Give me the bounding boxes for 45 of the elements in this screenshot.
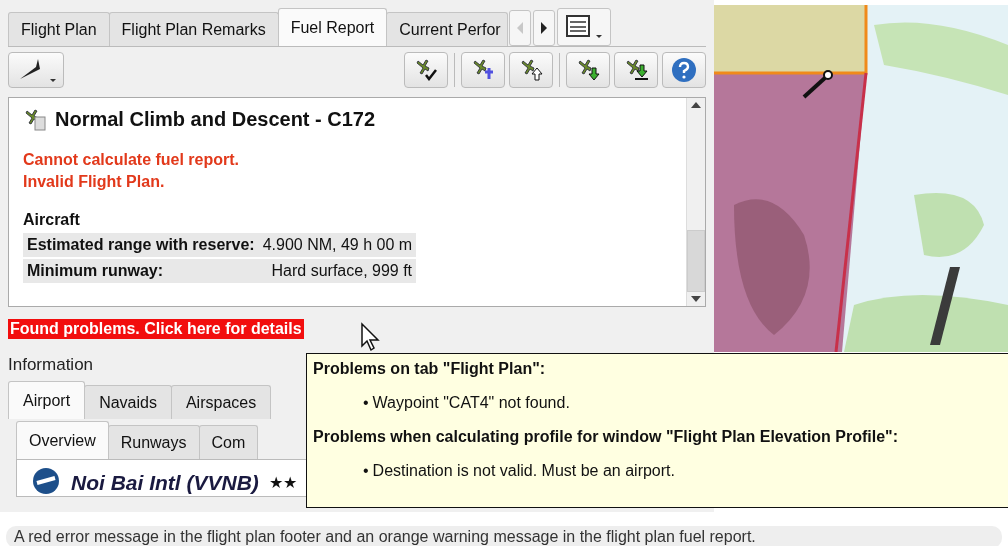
tab[interactable]: Overview [16,421,109,459]
tab[interactable]: Flight Plan Remarks [108,12,279,46]
right-arrow-icon [540,22,549,34]
airport-name: Noi Bai Intl (VVNB) [71,470,259,496]
section-title: Information [8,355,94,375]
aircraft-icon [414,59,438,81]
problem-item: Waypoint "CAT4" not found. [372,394,570,412]
table-cell: 4.900 NM, 49 h 00 m [258,233,417,257]
tab[interactable]: Runways [107,425,200,459]
aircraft-icon [576,59,600,81]
list-icon [564,13,605,41]
menu-button[interactable] [557,8,612,46]
bullet: • [363,462,369,480]
cursor-icon [360,322,382,352]
tab[interactable]: Com [198,425,259,459]
report-title: Normal Climb and Descent - C172 [55,108,376,131]
scrollbar[interactable] [686,98,705,306]
help-button[interactable] [662,52,706,88]
rating-stars: ★★ [268,473,297,493]
tab[interactable]: Flight Plan [8,12,110,46]
tab[interactable]: Navaids [84,385,172,419]
problem-item: Destination is not valid. Must be an airport. [372,462,675,480]
aircraft-icon [624,59,648,81]
aircraft-icon [519,59,543,81]
tooltip-heading: Problems when calculating profile for window "Flight Plan Elevation Profile": [313,428,899,446]
left-arrow-icon [516,22,525,34]
error-banner-link[interactable]: Found problems. Click here for details [8,319,304,339]
help-icon [671,57,697,83]
tab[interactable]: Airport [8,381,86,419]
tool-dropdown-button[interactable] [8,52,64,88]
error-message: Invalid Flight Plan. [23,172,166,192]
aircraft-icon [23,108,47,131]
bullet: • [363,394,369,412]
tab[interactable]: Current Perfor [386,12,509,46]
error-message: Cannot calculate fuel report. [23,150,241,170]
tooltip-heading: Problems on tab "Flight Plan": [313,360,547,378]
scroll-right-button[interactable] [533,10,556,46]
aircraft-icon [471,59,495,81]
table-cell: Minimum runway: [23,259,259,283]
tab[interactable]: Fuel Report [277,8,388,46]
tab[interactable]: Airspaces [170,385,272,419]
caption: A red error message in the flight plan footer and an orange warning message in the flight plan fuel report. [6,526,1002,546]
table-cell: Hard surface, 999 ft [258,259,417,283]
section-heading: Aircraft [23,211,81,229]
table-cell: Estimated range with reserve: [23,233,259,257]
